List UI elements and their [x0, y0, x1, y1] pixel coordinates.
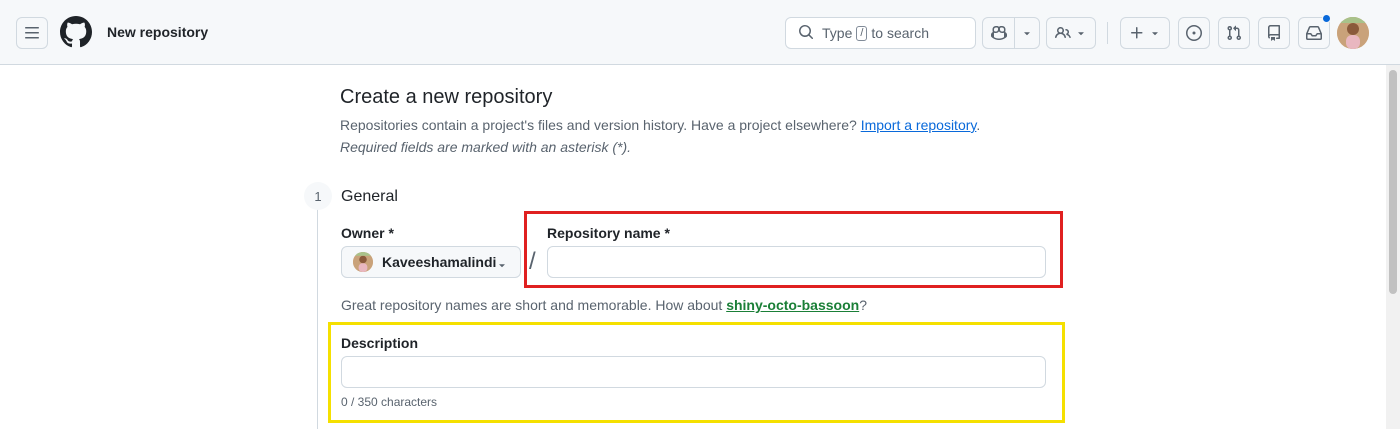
step-connector-line — [317, 208, 318, 429]
menu-button[interactable] — [16, 17, 48, 49]
issues-button[interactable] — [1178, 17, 1210, 49]
search-shortcut-key: / — [856, 25, 868, 41]
repositories-button[interactable] — [1258, 17, 1290, 49]
pull-requests-button[interactable] — [1218, 17, 1250, 49]
lead-end: . — [976, 117, 981, 133]
import-repository-link[interactable]: Import a repository — [861, 117, 977, 133]
hamburger-icon — [24, 25, 40, 41]
suggested-name-link[interactable]: shiny-octo-bassoon — [726, 297, 859, 313]
caret-down-icon — [496, 258, 508, 274]
owner-name: Kaveeshamalindi — [382, 254, 497, 270]
owner-label: Owner * — [341, 225, 394, 241]
search-icon — [798, 24, 814, 43]
copilot-button[interactable] — [982, 17, 1040, 49]
header-divider — [1107, 22, 1108, 44]
hint-prefix: Great repository names are short and mem… — [341, 297, 723, 313]
hint-suffix: ? — [859, 297, 867, 313]
create-new-button[interactable] — [1120, 17, 1170, 49]
chevron-down-icon — [1075, 27, 1087, 39]
page-lead: Repositories contain a project's files a… — [340, 117, 980, 133]
search-input[interactable]: Type / to search — [785, 17, 976, 49]
chevron-down-icon — [1149, 27, 1161, 39]
chevron-down-icon[interactable] — [1014, 18, 1039, 48]
codespaces-icon — [1055, 25, 1071, 41]
plus-icon — [1129, 25, 1145, 41]
repo-icon — [1266, 25, 1282, 41]
page-title: Create a new repository — [340, 86, 553, 108]
codespaces-button[interactable] — [1046, 17, 1096, 49]
context-title[interactable]: New repository — [107, 24, 208, 40]
repository-name-highlight — [524, 211, 1063, 288]
section-title-general: General — [341, 188, 398, 205]
issues-icon — [1186, 25, 1202, 41]
search-prefix: Type — [822, 25, 853, 41]
app-header: New repository Type / to search — [0, 0, 1400, 65]
copilot-icon[interactable] — [983, 18, 1014, 48]
step-number: 1 — [304, 182, 332, 210]
github-octocat-icon[interactable] — [59, 16, 92, 48]
required-fields-note: Required fields are marked with an aster… — [340, 139, 632, 155]
search-suffix: to search — [871, 25, 930, 41]
scrollbar-thumb[interactable] — [1389, 70, 1397, 294]
inbox-icon — [1306, 25, 1322, 41]
notification-dot — [1322, 14, 1331, 23]
pull-requests-icon — [1226, 25, 1242, 41]
user-avatar[interactable] — [1337, 17, 1369, 49]
lead-text: Repositories contain a project's files a… — [340, 117, 857, 133]
description-highlight — [328, 322, 1065, 423]
owner-select[interactable]: Kaveeshamalindi — [341, 246, 521, 278]
owner-avatar — [353, 252, 373, 272]
repository-name-hint: Great repository names are short and mem… — [341, 297, 867, 313]
